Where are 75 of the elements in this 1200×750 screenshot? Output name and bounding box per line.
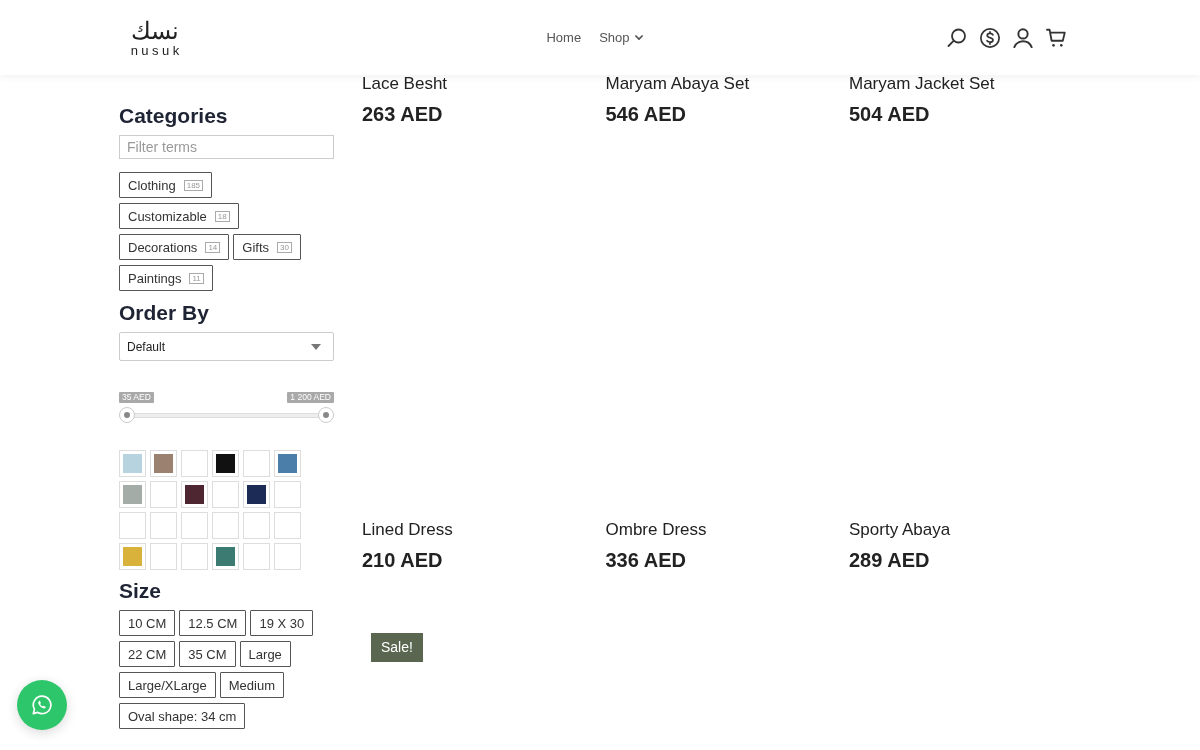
size-option[interactable]: 35 CM	[179, 641, 236, 667]
nav-link[interactable]: Shop	[599, 30, 643, 45]
product-name[interactable]: Maryam Jacket Set	[849, 75, 995, 96]
category-option[interactable]: Customizable 18	[119, 203, 239, 229]
size-option[interactable]: Medium	[219, 672, 285, 698]
size-option[interactable]: 19 X 30	[250, 610, 314, 636]
color-swatch[interactable]	[181, 543, 208, 570]
color-swatch[interactable]	[119, 481, 146, 508]
item-count: 11	[189, 272, 204, 284]
item-count: 30	[277, 241, 292, 253]
color-swatch[interactable]	[119, 512, 146, 539]
product-name[interactable]: Maryam Abaya Set	[605, 75, 750, 96]
section-heading: Size	[119, 578, 163, 604]
size-option[interactable]: Large	[239, 641, 291, 667]
product-name[interactable]: Sporty Abaya	[849, 518, 951, 542]
order-by-select[interactable]: Default	[119, 332, 334, 361]
section-heading: Order By	[119, 300, 210, 326]
color-swatch[interactable]	[181, 450, 208, 477]
color-swatch[interactable]	[119, 450, 146, 477]
color-swatch[interactable]	[212, 512, 239, 539]
chat-button[interactable]	[17, 680, 67, 730]
product-price: 289 AED	[849, 548, 930, 573]
item-count: 14	[205, 241, 221, 253]
price-slider-track[interactable]	[119, 407, 334, 423]
color-swatch[interactable]	[274, 512, 301, 539]
color-swatch[interactable]	[243, 543, 270, 570]
color-swatch[interactable]	[150, 450, 177, 477]
color-swatch[interactable]	[181, 481, 208, 508]
product-price: 210 AED	[362, 548, 443, 573]
color-swatch[interactable]	[181, 512, 208, 539]
size-option[interactable]: 10 CM	[119, 610, 176, 636]
color-swatch[interactable]	[212, 481, 239, 508]
color-swatch[interactable]	[243, 481, 270, 508]
category-option[interactable]: Gifts 30	[233, 234, 301, 260]
price-min-label: 35 AED	[119, 392, 154, 403]
color-swatch[interactable]	[150, 512, 177, 539]
color-swatch[interactable]	[212, 543, 239, 570]
item-count: 18	[214, 210, 230, 222]
product-price: 336 AED	[605, 548, 686, 573]
color-swatch[interactable]	[150, 543, 177, 570]
dollar-circle-icon[interactable]	[980, 27, 1000, 48]
color-swatch[interactable]	[274, 543, 301, 570]
color-swatch[interactable]	[274, 481, 301, 508]
product-price: 546 AED	[605, 102, 686, 127]
nav-link[interactable]: Home	[546, 30, 582, 45]
sale-tag: Sale!	[371, 633, 423, 662]
dropdown-caret-icon	[311, 343, 321, 350]
category-option[interactable]: Paintings 11	[119, 265, 213, 291]
color-swatch[interactable]	[243, 512, 270, 539]
user-icon[interactable]	[1013, 27, 1033, 48]
color-swatch[interactable]	[212, 450, 239, 477]
product-name[interactable]: Ombre Dress	[605, 518, 707, 542]
size-option[interactable]: Large/XLarge	[119, 672, 216, 698]
product-price: 504 AED	[849, 102, 930, 127]
slider-handle[interactable]	[318, 407, 334, 423]
color-swatch[interactable]	[119, 543, 146, 570]
size-option[interactable]: 22 CM	[119, 641, 176, 667]
color-swatch[interactable]	[274, 450, 301, 477]
product-name[interactable]: Lace Besht	[362, 75, 448, 96]
search-icon[interactable]	[947, 27, 967, 48]
category-option[interactable]: Clothing 185	[119, 172, 213, 198]
size-option[interactable]: Oval shape: 34 cm	[119, 703, 246, 729]
slider-handle[interactable]	[119, 407, 135, 423]
category-option[interactable]: Decorations 14	[119, 234, 230, 260]
product-name[interactable]: Lined Dress	[362, 518, 453, 542]
section-heading: Categories	[119, 103, 229, 129]
filter-input[interactable]: Filter terms	[119, 135, 334, 159]
cart-icon[interactable]	[1046, 27, 1066, 48]
phone-bubble-icon	[32, 695, 52, 715]
product-price: 263 AED	[362, 102, 443, 127]
item-count: 185	[183, 179, 204, 191]
color-swatch[interactable]	[243, 450, 270, 477]
color-swatch[interactable]	[150, 481, 177, 508]
price-max-label: 1 200 AED	[287, 392, 334, 403]
size-option[interactable]: 12.5 CM	[179, 610, 247, 636]
